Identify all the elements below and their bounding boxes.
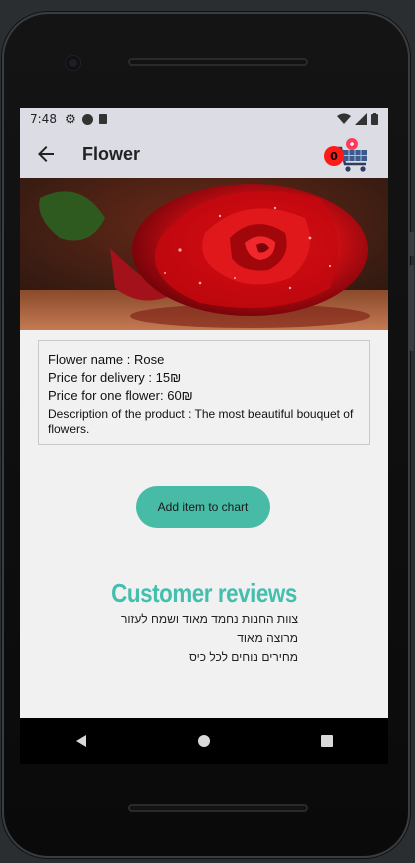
nav-recents-icon[interactable] (320, 734, 334, 748)
delivery-price: Price for delivery : 15₪ (48, 370, 182, 385)
battery-icon (371, 113, 378, 125)
cart-button[interactable]: 0 (324, 136, 374, 174)
system-nav-bar (20, 718, 388, 764)
side-button (409, 232, 414, 256)
bottom-speaker (128, 804, 308, 812)
volume-button (409, 265, 414, 351)
product-description: Description of the product : The most be… (48, 407, 354, 436)
reviews-title: Customer reviews (111, 578, 297, 608)
signal-icon (355, 113, 367, 125)
review-item: מחירים נוחים לכל כיס (189, 650, 298, 664)
top-speaker (128, 58, 308, 66)
product-info-card: Flower name : Rose Price for delivery : … (38, 340, 370, 445)
sd-card-icon (98, 114, 107, 124)
front-camera (66, 56, 80, 70)
app-screen: 7:48 ⚙ Flower 0 Flower name: Rose Price… (20, 108, 388, 718)
wifi-icon (337, 113, 351, 124)
status-time: 7:48 (30, 112, 57, 126)
flower-price: Price for one flower: 60₪ (48, 388, 193, 403)
add-to-cart-button[interactable]: Add item to chart (136, 486, 270, 528)
product-image (20, 178, 388, 330)
status-bar: 7:48 ⚙ (20, 108, 388, 130)
review-item: מרוצה מאוד (237, 631, 298, 645)
back-arrow-icon[interactable] (34, 142, 58, 166)
cart-count-badge: 0 (324, 146, 344, 166)
flower-name: Flower name : Rose (48, 352, 165, 367)
nav-home-icon[interactable] (197, 734, 211, 748)
page-title: Flower (82, 143, 141, 164)
app-bar: Flower 0 (20, 130, 388, 178)
review-item: צוות החנות נחמד מאוד ושמח לעזור (121, 612, 298, 626)
app-notification-icon (81, 113, 93, 125)
nav-back-icon[interactable] (74, 734, 88, 748)
settings-icon: ⚙ (64, 112, 76, 126)
